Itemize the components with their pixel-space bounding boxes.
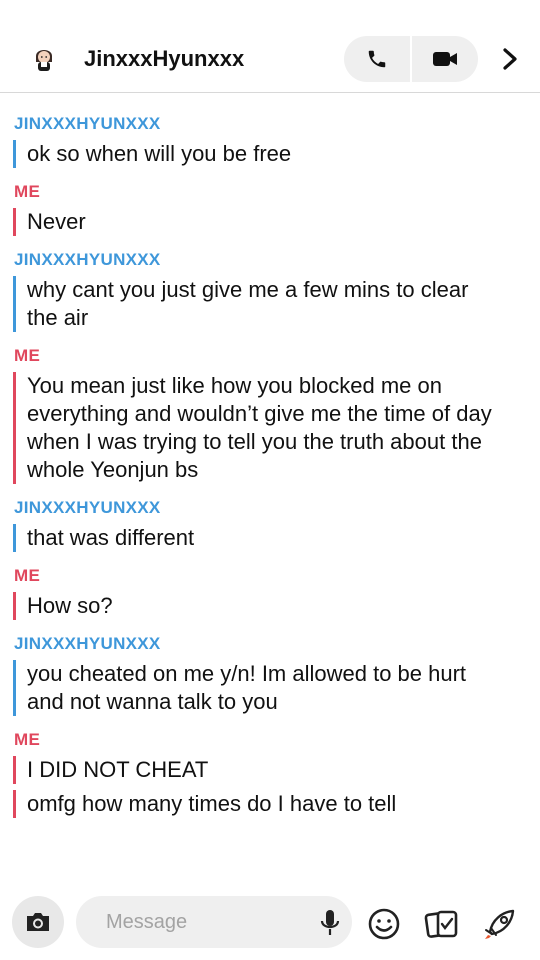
sender-label: ME [14, 730, 41, 749]
message-group: JINXXXHYUNXXX why cant you just give me … [0, 248, 540, 332]
message-text[interactable]: why cant you just give me a few mins to … [13, 276, 497, 332]
chevron-right-icon [503, 48, 517, 70]
message-group: ME You mean just like how you blocked me… [0, 344, 540, 484]
camera-icon [27, 913, 49, 931]
message-input[interactable] [76, 896, 352, 948]
sender-label: JINXXXHYUNXXX [14, 250, 161, 269]
sender-label: ME [14, 346, 41, 365]
sender-label: JINXXXHYUNXXX [14, 498, 161, 517]
compose-bar [0, 888, 540, 960]
message-text[interactable]: ok so when will you be free [13, 140, 497, 168]
chat-thread[interactable]: JINXXXHYUNXXX ok so when will you be fre… [0, 112, 540, 888]
rocket-icon[interactable] [482, 906, 518, 942]
contact-name[interactable]: JinxxxHyunxxx [84, 44, 244, 74]
sender-label: ME [14, 566, 41, 585]
message-group: ME How so? [0, 564, 540, 620]
message-text[interactable]: I DID NOT CHEAT [13, 756, 497, 784]
video-camera-icon [433, 52, 457, 66]
call-buttons-group [344, 36, 478, 82]
more-button[interactable] [496, 44, 524, 74]
message-group: ME I DID NOT CHEAT omfg how many times d… [0, 728, 540, 818]
message-group: ME Never [0, 180, 540, 236]
microphone-icon[interactable] [318, 908, 342, 938]
message-text[interactable]: Never [13, 208, 497, 236]
message-group: JINXXXHYUNXXX ok so when will you be fre… [0, 112, 540, 168]
sender-label: ME [14, 182, 41, 201]
phone-icon [368, 50, 386, 68]
stickers-icon[interactable] [424, 906, 460, 942]
message-text[interactable]: You mean just like how you blocked me on… [13, 372, 497, 484]
voice-call-button[interactable] [344, 36, 410, 82]
message-group: JINXXXHYUNXXX that was different [0, 496, 540, 552]
camera-button[interactable] [12, 896, 64, 948]
sender-label: JINXXXHYUNXXX [14, 634, 161, 653]
message-text[interactable]: you cheated on me y/n! Im allowed to be … [13, 660, 497, 716]
message-text[interactable]: that was different [13, 524, 497, 552]
message-group: JINXXXHYUNXXX you cheated on me y/n! Im … [0, 632, 540, 716]
chat-header: JinxxxHyunxxx [0, 0, 540, 93]
sender-label: JINXXXHYUNXXX [14, 114, 161, 133]
message-text[interactable]: How so? [13, 592, 497, 620]
bitmoji-avatar-icon[interactable] [30, 44, 58, 72]
smiley-icon[interactable] [366, 906, 402, 942]
video-call-button[interactable] [412, 36, 478, 82]
message-text[interactable]: omfg how many times do I have to tell [13, 790, 497, 818]
